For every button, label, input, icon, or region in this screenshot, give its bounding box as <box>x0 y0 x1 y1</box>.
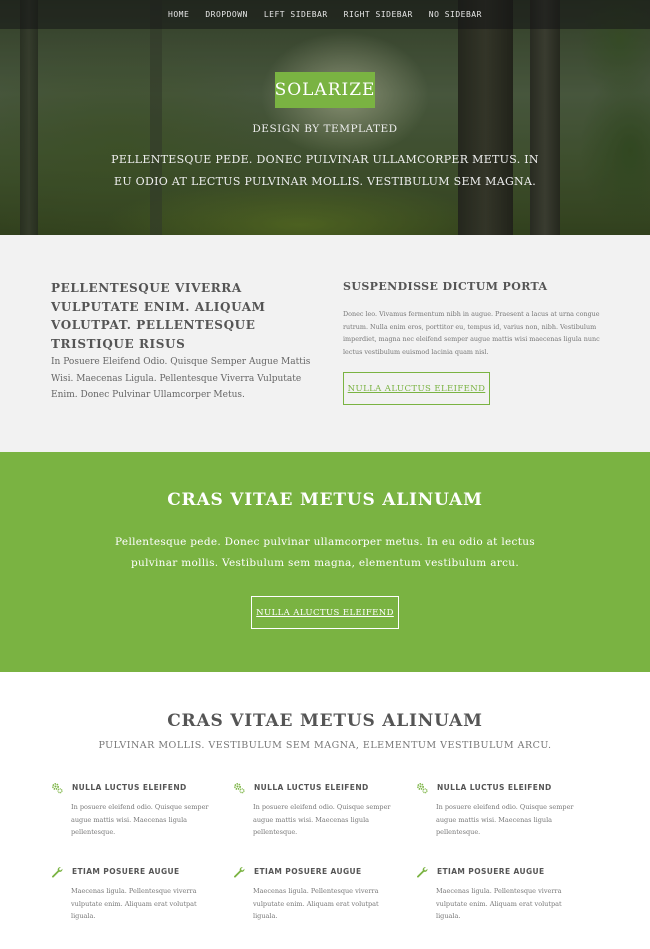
cogs-icon <box>234 783 245 794</box>
intro-text: In Posuere Eleifend Odio. Quisque Semper… <box>51 357 311 400</box>
nav-item-left-sidebar[interactable]: Left Sidebar <box>264 10 328 19</box>
hero-overlay <box>0 0 650 235</box>
banner-text: Pellentesque pede. Donec pulvinar ullamc… <box>115 536 535 569</box>
feature-title: Etiam posuere augue <box>254 867 362 876</box>
feature-title: Nulla luctus eleifend <box>254 783 369 792</box>
wrench-icon <box>52 867 63 878</box>
feature-text: In posuere eleifend odio. Quisque semper… <box>436 803 574 836</box>
cogs-icon <box>417 783 428 794</box>
wrench-icon <box>417 867 428 878</box>
features-subtitle: Pulvinar mollis. Vestibulum sem magna, e… <box>98 740 552 751</box>
feature-text: In posuere eleifend odio. Quisque semper… <box>253 803 391 836</box>
nav-item-home[interactable]: Home <box>168 10 189 19</box>
feature-text: Maecenas ligula. Pellentesque viverra vu… <box>436 887 562 920</box>
features-title: Cras vitae metus alinuam <box>167 711 483 731</box>
intro-right-text: Donec leo. Vivamus fermentum nibh in aug… <box>343 310 600 356</box>
banner-button[interactable]: Nulla aluctus eleifend <box>251 596 399 629</box>
feature-title: Nulla luctus eleifend <box>437 783 552 792</box>
wrench-icon <box>234 867 245 878</box>
hero-description: Pellentesque pede. Donec pulvinar ullamc… <box>111 153 539 188</box>
hero-banner: Home Dropdown Left Sidebar Right Sidebar… <box>0 0 650 235</box>
cogs-icon <box>52 783 63 794</box>
top-navigation: Home Dropdown Left Sidebar Right Sidebar… <box>0 0 650 29</box>
intro-right-title: Suspendisse dictum porta <box>343 280 548 293</box>
feature-text: Maecenas ligula. Pellentesque viverra vu… <box>71 887 197 920</box>
nav-item-no-sidebar[interactable]: No Sidebar <box>429 10 482 19</box>
nav-item-dropdown[interactable]: Dropdown <box>205 10 248 19</box>
intro-button[interactable]: Nulla aluctus eleifend <box>343 372 490 405</box>
intro-section: Pellentesque viverra vulputate enim. Ali… <box>0 235 650 452</box>
feature-text: Maecenas ligula. Pellentesque viverra vu… <box>253 887 379 920</box>
banner-title: Cras vitae metus alinuam <box>167 490 483 510</box>
intro-heading: Pellentesque viverra vulputate enim. Ali… <box>51 281 266 351</box>
site-logo[interactable]: SOLARIZE <box>275 72 375 108</box>
feature-title: Etiam posuere augue <box>437 867 545 876</box>
feature-title: Nulla luctus eleifend <box>72 783 187 792</box>
hero-tagline: Design by TEMPLATED <box>252 123 398 135</box>
green-banner: Cras vitae metus alinuam Pellentesque pe… <box>0 452 650 672</box>
feature-title: Etiam posuere augue <box>72 867 180 876</box>
nav-item-right-sidebar[interactable]: Right Sidebar <box>344 10 413 19</box>
feature-text: In posuere eleifend odio. Quisque semper… <box>71 803 209 836</box>
